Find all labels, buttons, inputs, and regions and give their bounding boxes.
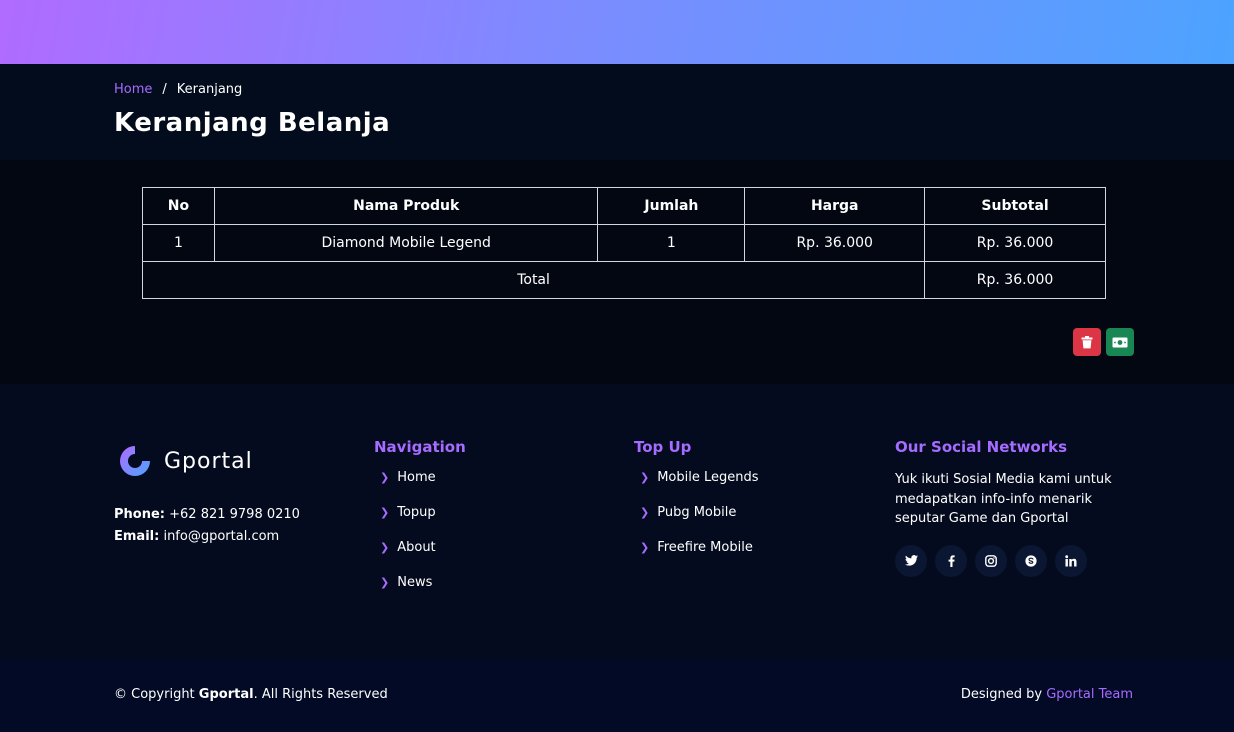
- total-row: Total Rp. 36.000: [141, 261, 1106, 299]
- total-label: Total: [141, 261, 926, 299]
- chevron-right-icon: ❯: [380, 541, 390, 554]
- instagram-button[interactable]: [975, 544, 1007, 577]
- cart-section: No Nama Produk Jumlah Harga Subtotal 1 D…: [0, 160, 1234, 384]
- phone-value: +62 821 9798 0210: [169, 507, 300, 522]
- footer-nav-news[interactable]: ❯ News: [374, 575, 466, 610]
- footer-topup: Top Up ❯ Mobile Legends ❯ Pubg Mobile ❯ Fre…: [634, 438, 759, 575]
- column-header-product: Nama Produk: [213, 187, 599, 225]
- cart-actions: [1073, 328, 1134, 356]
- trash-icon: [1081, 335, 1093, 348]
- checkout-button[interactable]: [1106, 328, 1134, 356]
- email-label: Email:: [114, 529, 160, 544]
- footer-nav-topup[interactable]: ❯ Topup: [374, 505, 466, 540]
- skype-button[interactable]: [1015, 544, 1047, 577]
- skype-icon: [1025, 554, 1037, 567]
- social-links: [895, 544, 1115, 577]
- page-title: Keranjang Belanja: [114, 108, 391, 138]
- breadcrumb-current: Keranjang: [176, 82, 243, 97]
- gportal-logo-icon: [120, 446, 150, 476]
- brand-name: Gportal: [164, 448, 253, 474]
- chevron-right-icon: ❯: [380, 506, 390, 519]
- footer-topup-mobile-legends[interactable]: ❯ Mobile Legends: [634, 470, 759, 505]
- breadcrumb-home-link[interactable]: Home: [114, 82, 152, 97]
- designed-by-label: Designed by: [960, 687, 1043, 702]
- topup-title: Top Up: [634, 438, 692, 456]
- copyright: © Copyright Gportal. All Rights Reserved: [114, 687, 388, 702]
- page-header: Home / Keranjang Keranjang Belanja: [0, 64, 1234, 160]
- delete-cart-button[interactable]: [1073, 328, 1101, 356]
- footer-topup-label: Freefire Mobile: [657, 540, 753, 555]
- column-header-price: Harga: [744, 187, 926, 225]
- top-gradient-bar: [0, 0, 1234, 64]
- chevron-right-icon: ❯: [380, 576, 390, 589]
- linkedin-button[interactable]: [1055, 544, 1087, 577]
- column-header-no: No: [142, 187, 215, 225]
- linkedin-icon: [1065, 554, 1077, 566]
- contact-info: Phone: +62 821 9798 0210 Email: info@gpo…: [114, 504, 300, 548]
- footer-brand: Gportal: [118, 444, 253, 478]
- cart-table: No Nama Produk Jumlah Harga Subtotal 1 D…: [141, 187, 1106, 299]
- cell-no: 1: [142, 224, 215, 262]
- bottom-bar: © Copyright Gportal. All Rights Reserved…: [0, 659, 1234, 732]
- cell-qty: 1: [597, 224, 746, 262]
- copyright-prefix: © Copyright: [114, 687, 195, 702]
- twitter-icon: [904, 555, 918, 566]
- footer-nav-about[interactable]: ❯ About: [374, 540, 466, 575]
- footer-nav-label: Home: [397, 470, 436, 485]
- column-header-qty: Jumlah: [597, 187, 746, 225]
- footer: Gportal Phone: +62 821 9798 0210 Email: …: [0, 384, 1234, 659]
- table-row: 1 Diamond Mobile Legend 1 Rp. 36.000 Rp.…: [142, 224, 1106, 262]
- designer-team-link[interactable]: Gportal Team: [1046, 687, 1133, 702]
- footer-topup-label: Mobile Legends: [657, 470, 759, 485]
- footer-nav-label: Topup: [397, 505, 436, 520]
- footer-navigation: Navigation ❯ Home ❯ Topup ❯ About ❯ News: [374, 438, 466, 610]
- chevron-right-icon: ❯: [640, 541, 650, 554]
- nav-title: Navigation: [374, 438, 466, 456]
- footer-nav-label: News: [397, 575, 433, 590]
- phone-label: Phone:: [114, 507, 165, 522]
- money-icon: [1112, 337, 1128, 347]
- footer-nav-label: About: [397, 540, 436, 555]
- social-description: Yuk ikuti Sosial Media kami untuk medapa…: [895, 472, 1112, 526]
- designed-by: Designed by Gportal Team: [961, 687, 1133, 702]
- footer-topup-pubg[interactable]: ❯ Pubg Mobile: [634, 505, 759, 540]
- copyright-brand: Gportal: [198, 687, 254, 702]
- facebook-button[interactable]: [935, 544, 967, 577]
- twitter-button[interactable]: [895, 544, 927, 577]
- footer-social: Our Social Networks Yuk ikuti Sosial Med…: [895, 438, 1115, 577]
- instagram-icon: [985, 554, 997, 567]
- footer-topup-freefire[interactable]: ❯ Freefire Mobile: [634, 540, 759, 575]
- chevron-right-icon: ❯: [380, 471, 390, 484]
- chevron-right-icon: ❯: [640, 506, 650, 519]
- cell-product: Diamond Mobile Legend: [213, 224, 599, 262]
- footer-topup-label: Pubg Mobile: [657, 505, 737, 520]
- column-header-subtotal: Subtotal: [924, 187, 1106, 225]
- facebook-icon: [948, 554, 955, 567]
- footer-nav-home[interactable]: ❯ Home: [374, 470, 466, 505]
- chevron-right-icon: ❯: [640, 471, 650, 484]
- copyright-suffix: . All Rights Reserved: [253, 687, 388, 702]
- cell-subtotal: Rp. 36.000: [924, 224, 1106, 262]
- breadcrumb-separator: /: [162, 82, 167, 97]
- email-value: info@gportal.com: [163, 529, 280, 544]
- social-title: Our Social Networks: [895, 438, 1068, 456]
- total-value: Rp. 36.000: [924, 261, 1106, 299]
- table-header-row: No Nama Produk Jumlah Harga Subtotal: [142, 187, 1106, 225]
- cell-price: Rp. 36.000: [744, 224, 926, 262]
- breadcrumb: Home / Keranjang: [114, 82, 242, 97]
